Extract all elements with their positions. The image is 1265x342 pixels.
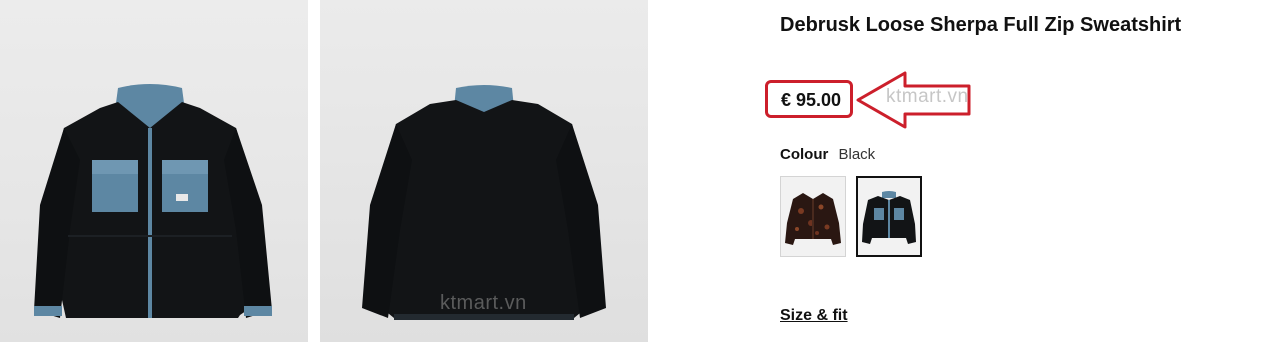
- jacket-front-illustration: [34, 84, 272, 318]
- price-watermark: ktmart.vn: [886, 86, 969, 107]
- colour-label: Colour: [780, 146, 829, 163]
- jacket-back-illustration: [362, 85, 606, 320]
- size-and-fit-link[interactable]: Size & fit: [780, 307, 848, 325]
- colour-value: Black: [838, 146, 876, 163]
- jacket-brown-swatch-icon: [781, 177, 845, 256]
- gallery-watermark: ktmart.vn: [440, 292, 527, 314]
- product-title: Debrusk Loose Sherpa Full Zip Sweatshirt: [780, 14, 1182, 36]
- jacket-black-swatch-icon: [858, 178, 920, 255]
- product-image-back[interactable]: [320, 0, 648, 342]
- colour-row: Colour Black: [780, 146, 875, 163]
- colour-swatch-black[interactable]: [856, 176, 922, 257]
- product-price: € 95.00: [781, 90, 842, 110]
- colour-swatch-brown-pattern[interactable]: [780, 176, 846, 257]
- product-image-front[interactable]: [0, 0, 308, 342]
